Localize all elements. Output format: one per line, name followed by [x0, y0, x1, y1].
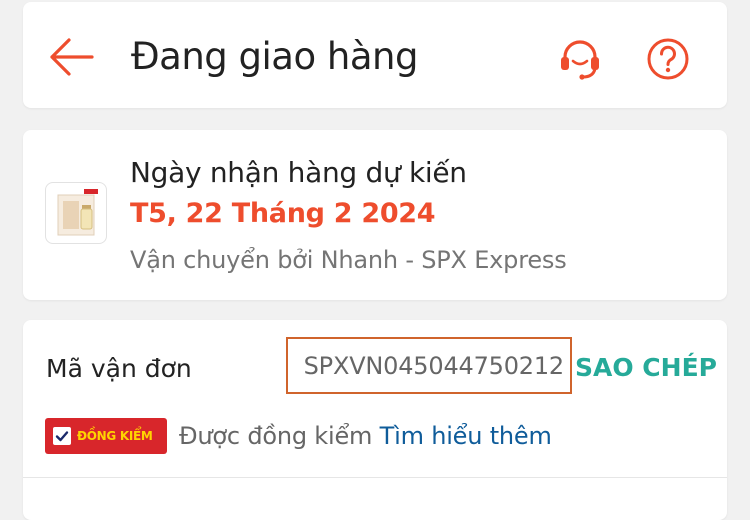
carrier-text: Vận chuyển bởi Nhanh - SPX Express: [130, 246, 567, 274]
page-title: Đang giao hàng: [131, 35, 418, 78]
perfume-bottle-image: [57, 189, 98, 236]
product-thumbnail: [45, 182, 107, 244]
tracking-label: Mã vận đơn: [46, 354, 192, 383]
question-circle-icon: [647, 38, 689, 80]
back-button[interactable]: [47, 35, 95, 79]
tracking-card: Mã vận đơn SPXVN045044750212 SAO CHÉP ĐỒ…: [23, 320, 727, 520]
check-icon: [53, 427, 71, 445]
support-button[interactable]: [555, 34, 605, 84]
headset-icon: [561, 40, 599, 80]
learn-more-link[interactable]: Tìm hiểu thêm: [380, 422, 552, 450]
eta-date: T5, 22 Tháng 2 2024: [130, 198, 436, 229]
inspection-description: Được đồng kiểm Tìm hiểu thêm: [179, 422, 552, 450]
badge-text: ĐỒNG KIỂM: [77, 429, 153, 443]
inspection-badge: ĐỒNG KIỂM: [45, 418, 167, 454]
copy-button[interactable]: SAO CHÉP: [575, 353, 717, 382]
inspection-text: Được đồng kiểm: [179, 422, 373, 450]
help-button[interactable]: [643, 34, 693, 84]
tracking-code: SPXVN045044750212: [303, 351, 565, 380]
tracking-code-box: SPXVN045044750212: [286, 337, 572, 394]
header-bar: Đang giao hàng: [23, 2, 727, 108]
divider: [23, 477, 727, 478]
arrow-left-icon: [50, 38, 94, 76]
eta-label: Ngày nhận hàng dự kiến: [130, 156, 467, 189]
delivery-info-card: Ngày nhận hàng dự kiến T5, 22 Tháng 2 20…: [23, 130, 727, 300]
